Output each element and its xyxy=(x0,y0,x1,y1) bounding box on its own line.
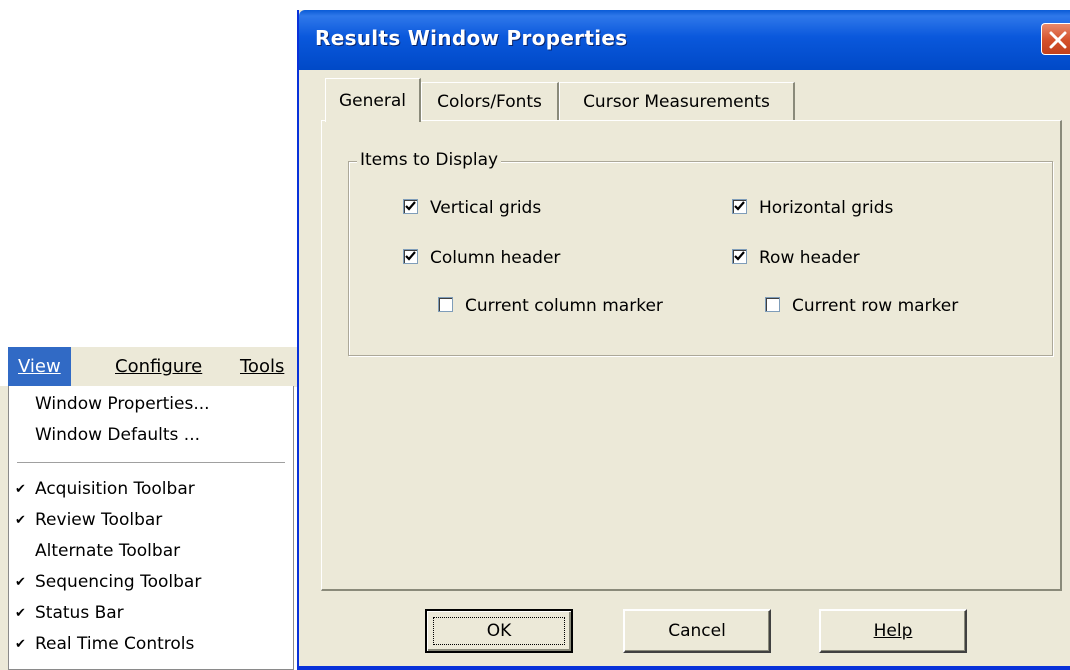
menu-configure-label: Configure xyxy=(115,356,203,377)
checkmark-icon: ✔ xyxy=(15,637,26,652)
menu-item-label: Window Properties... xyxy=(35,394,210,414)
menu-item-label: Real Time Controls xyxy=(35,634,195,654)
menu-item-acquisition-toolbar[interactable]: ✔ Acquisition Toolbar xyxy=(9,474,293,505)
menu-bar: View Configure Tools xyxy=(8,346,298,387)
menu-item-label: Acquisition Toolbar xyxy=(35,479,195,499)
menu-item-label: Sequencing Toolbar xyxy=(35,572,202,592)
checkbox-label: Vertical grids xyxy=(430,198,542,218)
menu-item-window-defaults[interactable]: Window Defaults ... xyxy=(9,420,293,451)
checkmark-icon xyxy=(405,251,416,261)
checkbox-box[interactable] xyxy=(732,249,747,264)
menu-item-label: Status Bar xyxy=(35,603,124,623)
menu-view-label: View xyxy=(18,356,61,377)
menu-item-window-properties[interactable]: Window Properties... xyxy=(9,389,293,420)
menu-item-label: Alternate Toolbar xyxy=(35,541,181,561)
dialog-title: Results Window Properties xyxy=(315,26,628,50)
cancel-button[interactable]: Cancel xyxy=(623,609,771,653)
tab-label: Cursor Measurements xyxy=(583,92,770,112)
view-menu-dropdown: Window Properties... Window Defaults ...… xyxy=(8,386,294,670)
checkbox-box[interactable] xyxy=(438,297,453,312)
dialog-bottom-edge xyxy=(299,666,1070,670)
results-window-properties-dialog: Results Window Properties General Colors… xyxy=(297,10,1070,670)
checkmark-icon: ✔ xyxy=(15,575,26,590)
tab-panel-general: Items to Display Vertical grids Horizont… xyxy=(321,120,1062,591)
checkbox-label: Current row marker xyxy=(792,296,959,316)
checkbox-box[interactable] xyxy=(403,199,418,214)
cancel-button-label: Cancel xyxy=(668,621,726,641)
menu-item-alternate-toolbar[interactable]: Alternate Toolbar xyxy=(9,536,293,567)
checkmark-icon xyxy=(405,201,416,211)
menu-item-sequencing-toolbar[interactable]: ✔ Sequencing Toolbar xyxy=(9,567,293,598)
checkbox-box[interactable] xyxy=(732,199,747,214)
menu-tools[interactable]: Tools xyxy=(230,347,294,387)
tab-label: General xyxy=(339,91,406,111)
checkmark-icon: ✔ xyxy=(15,482,26,497)
tab-general[interactable]: General xyxy=(325,78,421,122)
checkbox-label: Row header xyxy=(759,248,860,268)
checkbox-box[interactable] xyxy=(403,249,418,264)
help-button-label: Help xyxy=(873,621,913,641)
tab-cursor-measurements[interactable]: Cursor Measurements xyxy=(559,82,795,120)
menu-configure[interactable]: Configure xyxy=(105,347,212,387)
group-legend: Items to Display xyxy=(357,150,502,170)
menu-separator xyxy=(17,462,285,464)
menu-item-real-time-controls[interactable]: ✔ Real Time Controls xyxy=(9,629,293,660)
checkbox-label: Column header xyxy=(430,248,561,268)
tab-label: Colors/Fonts xyxy=(437,92,542,112)
menu-tools-label: Tools xyxy=(240,356,285,377)
tab-colors-fonts[interactable]: Colors/Fonts xyxy=(421,82,559,120)
checkbox-label: Horizontal grids xyxy=(759,198,894,218)
menu-view[interactable]: View xyxy=(8,347,71,387)
menu-item-label: Review Toolbar xyxy=(35,510,163,530)
dialog-titlebar[interactable]: Results Window Properties xyxy=(299,10,1070,70)
checkmark-icon: ✔ xyxy=(15,606,26,621)
items-to-display-group: Items to Display Vertical grids Horizont… xyxy=(348,150,1053,356)
menu-item-status-bar[interactable]: ✔ Status Bar xyxy=(9,598,293,629)
menu-item-review-toolbar[interactable]: ✔ Review Toolbar xyxy=(9,505,293,536)
menu-item-label: Window Defaults ... xyxy=(35,425,201,445)
help-button[interactable]: Help xyxy=(819,609,967,653)
focus-rectangle xyxy=(433,617,565,645)
close-x-icon xyxy=(1049,31,1067,49)
close-button[interactable] xyxy=(1041,23,1070,55)
checkmark-icon xyxy=(734,251,745,261)
checkbox-label: Current column marker xyxy=(465,296,663,316)
checkbox-box[interactable] xyxy=(765,297,780,312)
ok-button[interactable]: OK xyxy=(425,609,573,653)
checkmark-icon: ✔ xyxy=(15,513,26,528)
checkmark-icon xyxy=(734,201,745,211)
